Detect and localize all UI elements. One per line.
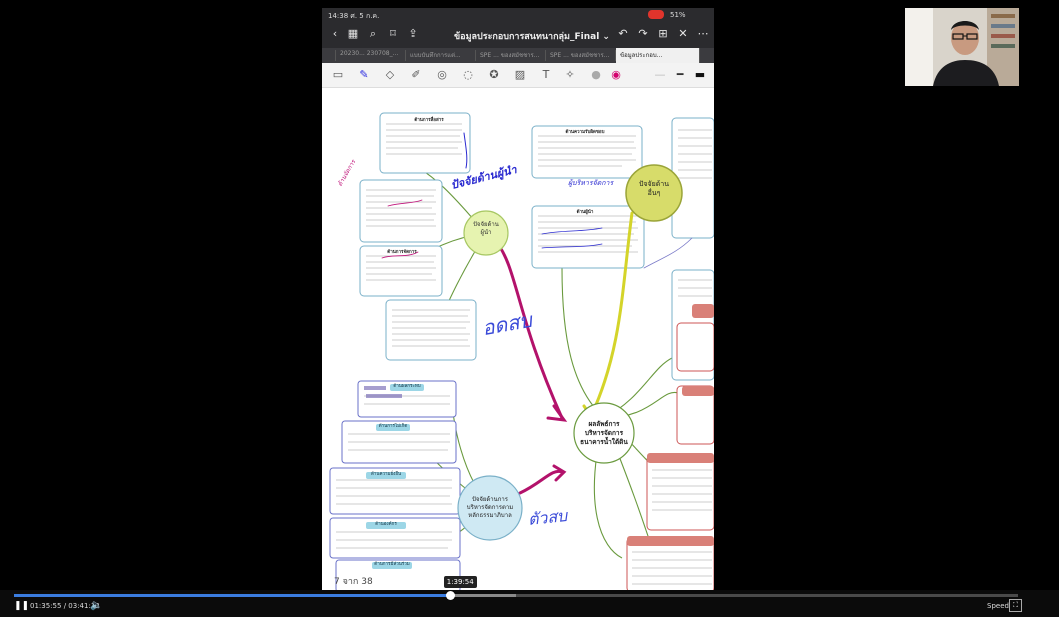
seek-bar[interactable]: 1:39:54 [14, 576, 1018, 600]
page-indicator: 7 จาก 38 [334, 577, 373, 587]
annotation-toolbar: ▭ ✎ ◇ ✐ ◎ ◌ ✪ ▨ T ✧ ● ◉ — ━ ▬ [322, 63, 714, 88]
redo-icon[interactable]: ↷ [636, 27, 650, 41]
played-range [14, 594, 450, 597]
hover-time-tooltip: 1:39:54 [443, 576, 477, 588]
box-header-2: ด้านความยั่งยืน [370, 472, 402, 477]
box-header-8: ด้านการจัดการ [387, 250, 417, 255]
undo-icon[interactable]: ↶ [616, 27, 630, 41]
node-top-line-2: ผู้นำ [480, 229, 492, 236]
node-bottom-label: ปัจจัยด้านการ บริหารจัดการตาม หลักธรรมาภ… [460, 496, 520, 520]
highlighter-icon[interactable]: ✐ [408, 67, 424, 83]
status-time: 14:38 ศ. 5 ก.ค. [328, 12, 380, 20]
bottom-line-2: บริหารจัดการตาม [466, 504, 514, 511]
box-header-1: ด้านการไม่เกิด [378, 424, 408, 429]
eraser-icon[interactable]: ◇ [382, 67, 398, 83]
document-title[interactable]: ข้อมูลประกอบการสนทนากลุ่ม_Final ⌄ [442, 29, 622, 43]
search-icon[interactable]: ⌕ [366, 27, 380, 41]
box-header-7: ด้านการสื่อสาร [414, 118, 444, 123]
presenter-video [905, 8, 1019, 86]
node-right-line-1: ปัจจัยด้าน [638, 180, 669, 188]
volume-icon[interactable]: 🔈 [90, 600, 102, 611]
center-line-2: บริหารจัดการ [584, 429, 624, 437]
laser-icon[interactable]: ✧ [562, 67, 578, 83]
stroke-medium[interactable]: ━ [672, 67, 688, 83]
ipad-status-bar: 14:38 ศ. 5 ก.ค. 51% [322, 8, 714, 22]
text-icon[interactable]: T [538, 67, 554, 83]
node-right-line-2: อื่นๆ [647, 189, 661, 197]
center-line-3: ธนาคารน้ำใต้ดิน [580, 438, 628, 446]
annotation-mid: ผู้บริหารจัดการ [568, 179, 614, 187]
tab-2[interactable]: 20230... 230708_... [336, 50, 406, 61]
color-gray[interactable]: ● [588, 67, 604, 83]
center-line-1: ผลลัพธ์การ [588, 420, 620, 428]
node-right-label: ปัจจัยด้าน อื่นๆ [632, 180, 676, 198]
tab-5[interactable]: SPE ... ของสมัชชาร... [546, 50, 616, 61]
video-controls: 1:39:54 ❚❚ 01:35:55 / 03:41:12 🔈 Speed ⛶ [0, 576, 1059, 617]
video-player-stage: 14:38 ศ. 5 ก.ค. 51% ‹ ▦ ⌕ ⌑ ⇪ ข้อมูลประก… [0, 0, 1059, 617]
add-page-icon[interactable]: ⊞ [656, 27, 670, 41]
battery-level: 51% [670, 11, 686, 19]
color-magenta[interactable]: ◉ [608, 67, 624, 83]
document-navbar: ‹ ▦ ⌕ ⌑ ⇪ ข้อมูลประกอบการสนทนากลุ่ม_Fina… [322, 22, 714, 48]
mindmap-page: ปัจจัยด้าน ผู้นำ ปัจจัยด้าน อื่นๆ ผลลัพธ… [322, 88, 714, 592]
tab-active[interactable]: ข้อมูลประกอบ... [616, 48, 700, 63]
seek-handle[interactable] [445, 591, 455, 600]
box-header-5: ด้านความรับผิดชอบ [565, 130, 605, 135]
lasso-icon[interactable]: ◌ [460, 67, 476, 83]
tab-3[interactable]: แบบบันทึกการแต่... [406, 50, 476, 61]
share-icon[interactable]: ⇪ [406, 27, 420, 41]
node-top-label: ปัจจัยด้าน ผู้นำ [466, 221, 506, 237]
speed-button[interactable]: Speed [987, 602, 1009, 610]
recording-indicator [648, 10, 664, 19]
sticker-icon[interactable]: ✪ [486, 67, 502, 83]
close-icon[interactable]: ✕ [676, 27, 690, 41]
more-icon[interactable]: ⋯ [696, 27, 710, 41]
back-icon[interactable]: ‹ [328, 27, 342, 41]
ipad-screen-share: 14:38 ศ. 5 ก.ค. 51% ‹ ▦ ⌕ ⌑ ⇪ ข้อมูลประก… [322, 8, 714, 592]
stroke-thin[interactable]: — [652, 67, 668, 83]
box-header-3: ด้านองค์กร [375, 522, 397, 527]
node-center-label: ผลลัพธ์การ บริหารจัดการ ธนาคารน้ำใต้ดิน [574, 420, 634, 447]
bottom-line-3: หลักธรรมาภิบาล [468, 512, 512, 519]
annotation-bottom-arrow: ตัวสบ [527, 506, 569, 530]
grid-icon[interactable]: ▦ [346, 27, 360, 41]
node-top-line-1: ปัจจัยด้าน [473, 221, 499, 228]
tab-1[interactable] [322, 50, 336, 61]
shapes-icon[interactable]: ◎ [434, 67, 450, 83]
tab-4[interactable]: SPE ... ของสมัชชาร... [476, 50, 546, 61]
box-header-6: ด้านผู้นำ [576, 210, 594, 215]
image-icon[interactable]: ▨ [512, 67, 528, 83]
fullscreen-icon[interactable]: ⛶ [1009, 599, 1022, 612]
current-time: 01:35:55 [30, 602, 62, 610]
document-tabs: 20230... 230708_... แบบบันทึกการแต่... S… [322, 48, 714, 63]
sidebar-toggle-icon[interactable]: ▭ [330, 67, 346, 83]
stroke-thick[interactable]: ▬ [692, 67, 708, 83]
webcam-feed [905, 8, 1019, 86]
pause-icon[interactable]: ❚❚ [14, 601, 29, 611]
pen-icon[interactable]: ✎ [356, 67, 372, 83]
box-header-4: ด้านการมีส่วนร่วม [374, 562, 410, 567]
box-header-0: ด้านผลกระทบ [393, 384, 421, 389]
bookmark-icon[interactable]: ⌑ [386, 27, 400, 41]
bottom-line-1: ปัจจัยด้านการ [472, 496, 508, 503]
